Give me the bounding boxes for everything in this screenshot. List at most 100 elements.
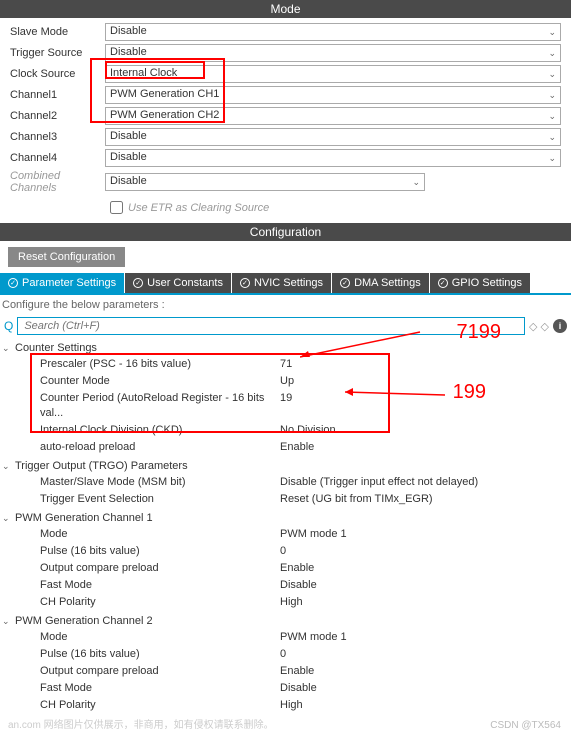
trigger-source-select[interactable]: Disable⌄ — [105, 44, 561, 62]
expand-icon: ⌄ — [2, 461, 12, 472]
param-row: Counter Period (AutoReload Register - 16… — [0, 390, 571, 422]
param-row: Fast ModeDisable — [0, 680, 571, 697]
param-name: Trigger Event Selection — [40, 492, 280, 507]
param-value[interactable]: Enable — [280, 440, 571, 455]
check-icon — [8, 278, 18, 288]
chevron-down-icon: ⌄ — [548, 132, 556, 143]
channel4-select[interactable]: Disable⌄ — [105, 149, 561, 167]
expand-icon: ⌄ — [2, 616, 12, 627]
channel2-select[interactable]: PWM Generation CH2⌄ — [105, 107, 561, 125]
param-name: Internal Clock Division (CKD) — [40, 423, 280, 438]
param-row: ModePWM mode 1 — [0, 629, 571, 646]
etr-checkbox-row: Use ETR as Clearing Source — [10, 197, 561, 218]
config-hint: Configure the below parameters : — [0, 295, 571, 315]
param-value[interactable]: 0 — [280, 647, 571, 662]
param-name: Counter Period (AutoReload Register - 16… — [40, 391, 280, 421]
param-row: auto-reload preloadEnable — [0, 439, 571, 456]
param-value[interactable]: PWM mode 1 — [280, 527, 571, 542]
param-row: CH PolarityHigh — [0, 594, 571, 611]
chevron-down-icon: ⌄ — [548, 90, 556, 101]
configuration-header: Configuration — [0, 223, 571, 241]
etr-checkbox[interactable] — [110, 201, 123, 214]
param-value[interactable]: 19 — [280, 391, 571, 421]
search-row: Q ◇ ◇ i — [0, 315, 571, 337]
param-name: Prescaler (PSC - 16 bits value) — [40, 357, 280, 372]
tab-dma-settings[interactable]: DMA Settings — [332, 273, 429, 293]
tab-parameter-settings[interactable]: Parameter Settings — [0, 273, 124, 293]
search-input[interactable] — [17, 317, 525, 335]
param-name: Counter Mode — [40, 374, 280, 389]
info-icon[interactable]: i — [553, 319, 567, 333]
param-row: CH PolarityHigh — [0, 697, 571, 714]
check-icon — [240, 278, 250, 288]
param-row: Pulse (16 bits value)0 — [0, 543, 571, 560]
param-name: Output compare preload — [40, 561, 280, 576]
tab-bar: Parameter Settings User Constants NVIC S… — [0, 273, 571, 295]
chevron-down-icon: ⌄ — [412, 177, 420, 188]
param-value[interactable]: 0 — [280, 544, 571, 559]
slave-mode-select[interactable]: Disable⌄ — [105, 23, 561, 41]
pwm1-header[interactable]: ⌄PWM Generation Channel 1 — [0, 510, 571, 526]
param-value[interactable]: Up — [280, 374, 571, 389]
param-row: Master/Slave Mode (MSM bit)Disable (Trig… — [0, 474, 571, 491]
param-row: Output compare preloadEnable — [0, 560, 571, 577]
param-value[interactable]: Disable (Trigger input effect not delaye… — [280, 475, 571, 490]
check-icon — [133, 278, 143, 288]
search-icon[interactable]: Q — [4, 319, 13, 333]
expand-icon: ⌄ — [2, 343, 12, 354]
reset-configuration-button[interactable]: Reset Configuration — [8, 247, 125, 267]
channel2-label: Channel2 — [10, 110, 105, 122]
param-name: auto-reload preload — [40, 440, 280, 455]
watermark: an.com 网络图片仅供展示，非商用，如有侵权请联系删除。 — [8, 716, 274, 731]
channel3-select[interactable]: Disable⌄ — [105, 128, 561, 146]
param-row: ModePWM mode 1 — [0, 526, 571, 543]
chevron-down-icon: ⌄ — [548, 48, 556, 59]
param-row: Output compare preloadEnable — [0, 663, 571, 680]
param-name: Fast Mode — [40, 578, 280, 593]
param-row: Trigger Event SelectionReset (UG bit fro… — [0, 491, 571, 508]
chevron-down-icon: ⌄ — [548, 69, 556, 80]
param-row: Prescaler (PSC - 16 bits value)71 — [0, 356, 571, 373]
param-value[interactable]: Reset (UG bit from TIMx_EGR) — [280, 492, 571, 507]
channel1-select[interactable]: PWM Generation CH1⌄ — [105, 86, 561, 104]
trgo-header[interactable]: ⌄Trigger Output (TRGO) Parameters — [0, 458, 571, 474]
param-value[interactable]: Disable — [280, 578, 571, 593]
attribution: CSDN @TX564 — [490, 720, 561, 731]
tab-nvic-settings[interactable]: NVIC Settings — [232, 273, 331, 293]
param-value[interactable]: 71 — [280, 357, 571, 372]
check-icon — [438, 278, 448, 288]
chevron-down-icon: ⌄ — [548, 153, 556, 164]
tab-gpio-settings[interactable]: GPIO Settings — [430, 273, 530, 293]
param-name: Fast Mode — [40, 681, 280, 696]
param-value[interactable]: Enable — [280, 561, 571, 576]
mode-section: Slave Mode Disable⌄ Trigger Source Disab… — [0, 18, 571, 223]
pwm2-header[interactable]: ⌄PWM Generation Channel 2 — [0, 613, 571, 629]
tab-user-constants[interactable]: User Constants — [125, 273, 231, 293]
mode-header: Mode — [0, 0, 571, 18]
param-value[interactable]: High — [280, 698, 571, 713]
combined-channels-label: Combined Channels — [10, 170, 105, 194]
counter-settings-header[interactable]: ⌄Counter Settings — [0, 340, 571, 356]
param-row: Internal Clock Division (CKD)No Division — [0, 422, 571, 439]
param-value[interactable]: High — [280, 595, 571, 610]
param-value[interactable]: No Division — [280, 423, 571, 438]
channel3-label: Channel3 — [10, 131, 105, 143]
etr-checkbox-label: Use ETR as Clearing Source — [128, 202, 269, 214]
param-name: CH Polarity — [40, 698, 280, 713]
parameter-section: ⌄Counter Settings Prescaler (PSC - 16 bi… — [0, 337, 571, 717]
param-value[interactable]: Enable — [280, 664, 571, 679]
param-name: Pulse (16 bits value) — [40, 544, 280, 559]
combined-channels-select[interactable]: Disable⌄ — [105, 173, 425, 191]
chevron-down-icon: ⌄ — [548, 111, 556, 122]
chevron-down-icon: ⌄ — [548, 27, 556, 38]
check-icon — [340, 278, 350, 288]
clock-source-select[interactable]: Internal Clock⌄ — [105, 65, 561, 83]
search-nav-icons[interactable]: ◇ ◇ — [529, 320, 549, 333]
param-row: Pulse (16 bits value)0 — [0, 646, 571, 663]
channel1-label: Channel1 — [10, 89, 105, 101]
param-value[interactable]: Disable — [280, 681, 571, 696]
param-name: Mode — [40, 527, 280, 542]
param-name: Output compare preload — [40, 664, 280, 679]
param-row: Fast ModeDisable — [0, 577, 571, 594]
channel4-label: Channel4 — [10, 152, 105, 164]
